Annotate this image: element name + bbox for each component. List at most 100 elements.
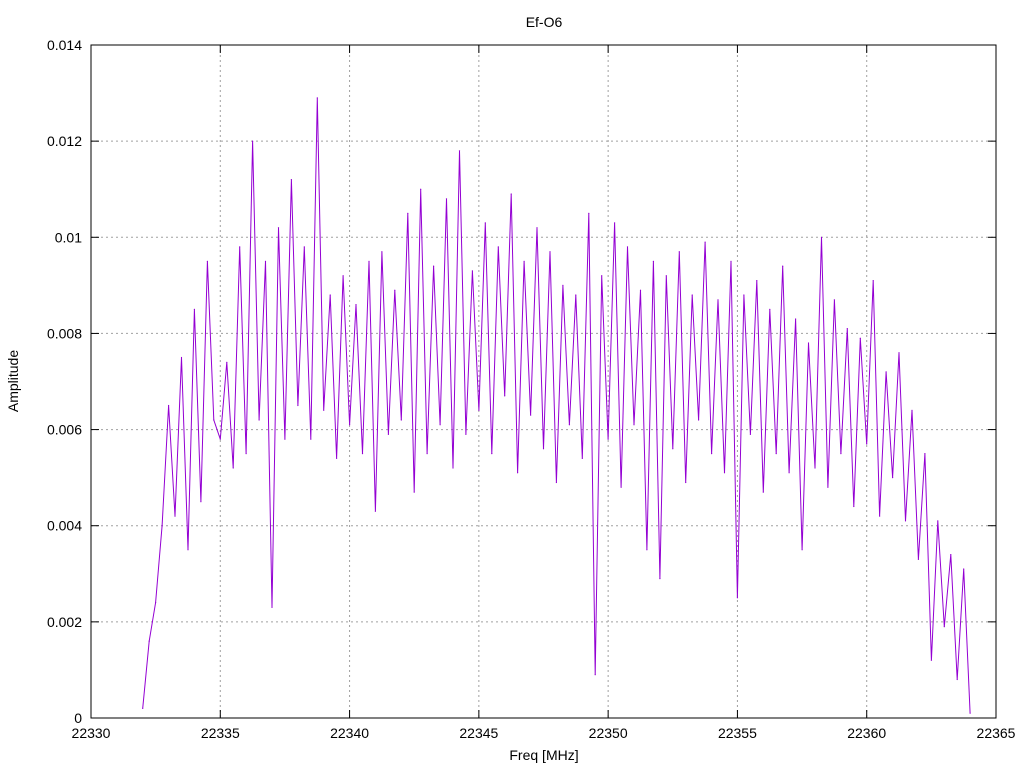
y-tick-label: 0.014 [47,37,82,53]
data-point [433,265,435,267]
y-tick-label: 0.006 [47,422,82,438]
data-point [394,289,396,291]
data-point [258,419,260,421]
x-tick-label: 22345 [459,725,498,741]
data-point [155,602,157,604]
data-point [833,299,836,301]
x-tick-label: 22355 [718,725,757,741]
data-point [484,222,486,224]
data-point [892,477,894,479]
data-point [355,304,357,306]
data-point [788,472,790,474]
y-tick-label: 0.008 [47,325,82,341]
data-point [413,491,415,493]
x-tick-label: 22365 [977,725,1016,741]
x-tick-label: 22330 [72,725,111,741]
data-point [588,212,590,214]
data-point [277,227,280,229]
y-tick-label: 0.004 [47,518,82,534]
data-point [620,486,622,488]
data-point [840,453,842,455]
data-point [911,409,913,411]
data-point [924,453,926,455]
data-point [374,510,376,512]
data-point [148,640,150,642]
data-point [310,438,312,440]
data-point [633,424,635,426]
data-point [536,227,538,229]
data-point [898,352,900,354]
data-point [329,294,331,296]
y-tick-label: 0.012 [47,133,82,149]
data-point [252,140,254,142]
data-point [801,549,803,551]
data-point [491,453,493,455]
data-point [723,472,726,474]
data-point [866,443,868,445]
data-point [174,515,176,517]
data-point [678,251,680,253]
data-point [639,289,642,291]
data-point [381,251,383,253]
data-point [387,433,389,435]
data-point [530,414,532,416]
data-point [581,457,583,459]
x-tick-label: 22335 [201,725,240,741]
data-point [549,251,551,253]
data-point [361,453,364,455]
data-point [316,97,318,99]
data-point [672,448,674,450]
x-tick-label: 22350 [589,725,628,741]
data-point [349,424,351,426]
data-point [717,299,719,301]
data-point [937,520,939,522]
data-point [213,419,215,421]
data-point [646,549,648,551]
data-point [659,578,661,580]
data-point [562,284,564,286]
data-point [226,361,228,363]
data-point [142,707,144,710]
data-point [698,419,700,421]
data-point [555,481,558,484]
data-point [853,505,855,508]
data-point [782,265,784,267]
data-point [239,246,241,248]
data-point [879,515,881,517]
data-point [743,294,745,296]
data-point [161,525,163,527]
data-point [510,193,512,195]
y-tick-label: 0.002 [47,614,82,630]
data-point [956,678,958,681]
data-point [264,260,267,262]
data-point [426,453,428,455]
y-tick-label: 0.01 [55,229,82,245]
data-point [297,404,299,407]
data-point [943,626,945,628]
data-point [187,549,189,551]
data-point [193,308,195,310]
data-point [775,453,777,455]
data-point [963,568,965,570]
data-point [904,520,907,522]
data-point [950,554,952,556]
data-point [769,308,771,310]
data-point [420,188,422,190]
axis-ticks [90,44,997,719]
data-point [219,438,221,440]
data-series [142,97,971,714]
grid-lines [91,45,996,718]
data-point [271,606,273,609]
data-point [930,659,933,661]
data-point [180,356,183,359]
data-point [368,260,370,262]
data-point [400,419,402,421]
data-point [736,597,739,599]
data-point [517,472,519,474]
data-point [691,294,693,296]
data-point [303,246,305,248]
data-point [290,179,292,181]
data-point [607,438,609,440]
data-point [575,294,577,296]
data-point [807,342,810,344]
